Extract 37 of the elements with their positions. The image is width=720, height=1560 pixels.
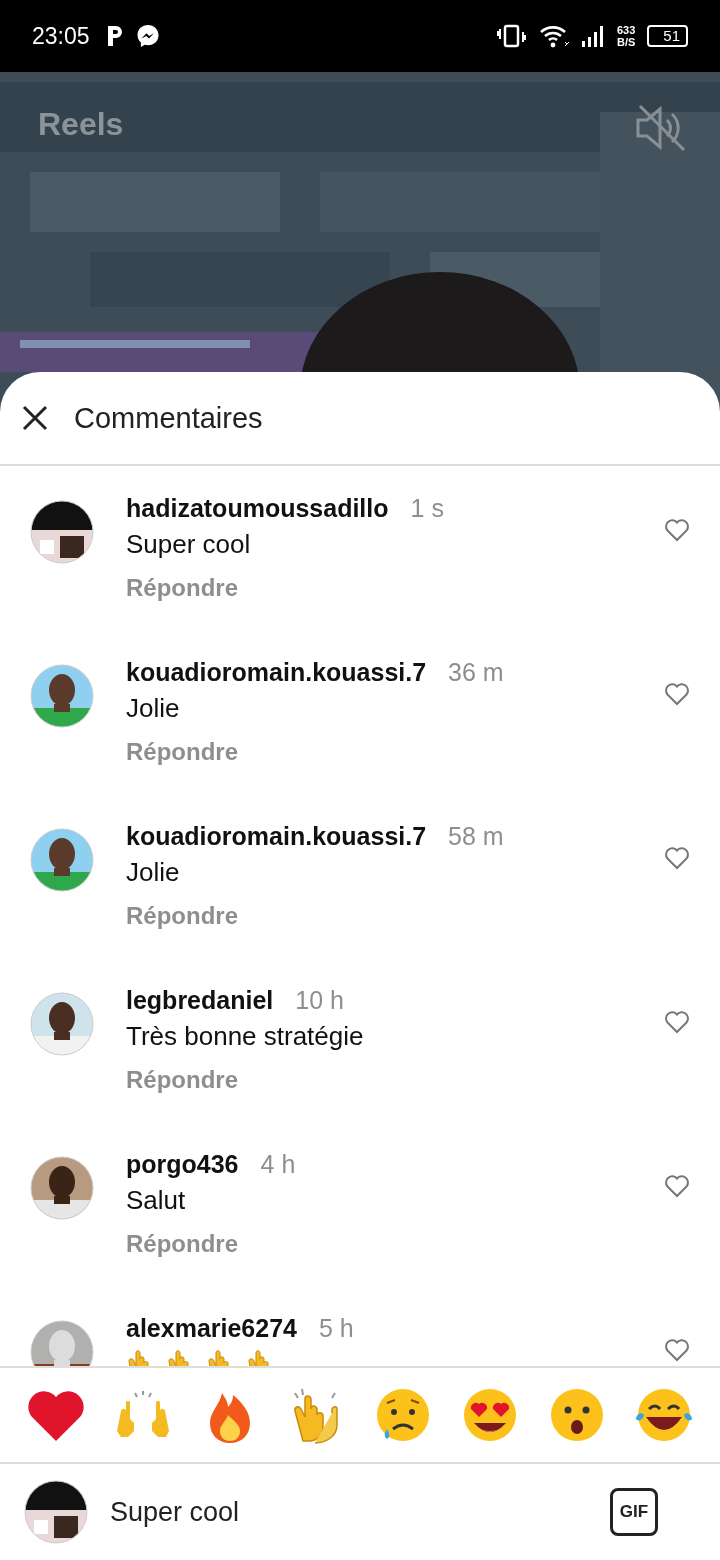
like-icon[interactable] [664, 846, 690, 870]
like-icon[interactable] [664, 1010, 690, 1034]
like-icon[interactable] [664, 682, 690, 706]
signal-icon [580, 24, 605, 48]
sheet-title: Commentaires [74, 401, 263, 435]
comment-username[interactable]: legbredaniel [126, 986, 274, 1015]
comment-username[interactable]: alexmarie6274 [126, 1314, 297, 1343]
comment-text: Très bonne stratégie [126, 1021, 365, 1052]
network-speed: 633 B/S [616, 24, 636, 48]
comment-time: 4 h [260, 1150, 296, 1179]
comment-text: Salut [126, 1185, 187, 1216]
vibrate-icon [496, 24, 527, 48]
comment-input-field[interactable]: Super cool [110, 1496, 588, 1528]
comment-username[interactable]: kouadioromain.kouassi.7 [126, 658, 427, 687]
comment-time: 5 h [319, 1314, 354, 1343]
mute-icon[interactable] [634, 102, 686, 154]
comment-time: 36 m [448, 658, 504, 687]
wifi-icon [538, 24, 569, 48]
reels-title: Reels [38, 106, 124, 143]
comment-text: Super cool [126, 529, 252, 560]
comment-username[interactable]: porgo436 [126, 1150, 239, 1179]
battery-indicator: 51 [647, 25, 688, 47]
gif-button[interactable]: GIF [610, 1488, 658, 1536]
comment-username[interactable]: kouadioromain.kouassi.7 [126, 822, 427, 851]
like-icon[interactable] [664, 1338, 690, 1362]
close-icon[interactable] [22, 405, 48, 431]
parking-icon [105, 25, 124, 47]
like-icon[interactable] [664, 1174, 690, 1198]
comment-time: 58 m [448, 822, 504, 851]
messenger-icon [135, 24, 160, 48]
comment-text: Jolie [126, 857, 181, 888]
comment-username[interactable]: hadizatoumoussadillo [126, 494, 389, 523]
status-time: 23:05 [32, 22, 90, 50]
comment-text: Jolie [126, 693, 181, 724]
comment-time: 10 h [295, 986, 344, 1015]
comment-time: 1 s [410, 494, 444, 523]
like-icon[interactable] [664, 518, 690, 542]
